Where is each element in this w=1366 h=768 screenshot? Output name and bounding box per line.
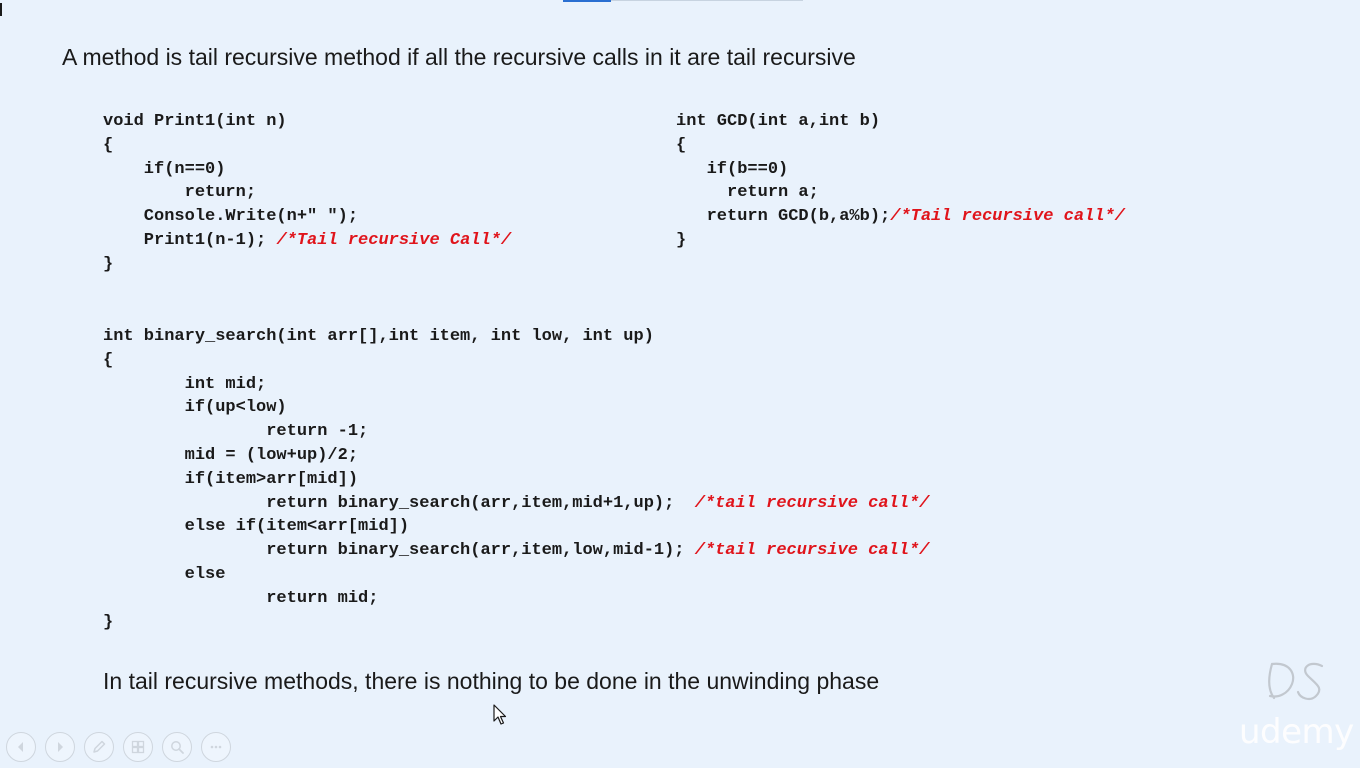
code-text: else bbox=[103, 564, 226, 584]
code-comment: /*Tail recursive call*/ bbox=[890, 207, 1125, 227]
code-line: return GCD(b,a%b);/*Tail recursive call*… bbox=[676, 205, 1125, 229]
text-caret bbox=[0, 3, 2, 16]
top-progress-tab bbox=[563, 0, 611, 2]
mouse-pointer-icon bbox=[493, 704, 507, 725]
pen-tool-button[interactable] bbox=[84, 732, 114, 762]
code-text: { bbox=[103, 135, 114, 155]
code-line: else bbox=[103, 563, 929, 587]
code-text: { bbox=[676, 135, 687, 155]
code-comment: /*Tail recursive Call*/ bbox=[276, 230, 512, 250]
code-block-print1: void Print1(int n) { if(n==0) return; Con… bbox=[103, 110, 511, 277]
code-text: } bbox=[676, 230, 687, 250]
zoom-button[interactable] bbox=[162, 732, 192, 762]
code-comment: /*tail recursive call*/ bbox=[694, 493, 930, 513]
code-text: return -1; bbox=[103, 422, 369, 442]
code-line: } bbox=[676, 229, 1125, 253]
code-text: } bbox=[103, 254, 114, 274]
code-line: } bbox=[103, 611, 929, 635]
code-line: Print1(n-1); /*Tail recursive Call*/ bbox=[103, 229, 511, 253]
previous-slide-button[interactable] bbox=[6, 732, 36, 762]
slides-overview-button[interactable] bbox=[123, 732, 153, 762]
slides-grid-icon bbox=[131, 740, 145, 754]
code-line: else if(item<arr[mid]) bbox=[103, 515, 929, 539]
slideshow-controls bbox=[6, 732, 231, 762]
code-text: { bbox=[103, 350, 114, 370]
code-line: { bbox=[103, 134, 511, 158]
code-line: Console.Write(n+" "); bbox=[103, 205, 511, 229]
code-text: int GCD(int a,int b) bbox=[676, 112, 881, 131]
code-line: return mid; bbox=[103, 587, 929, 611]
code-line: return -1; bbox=[103, 420, 929, 444]
chevron-left-icon bbox=[18, 742, 23, 752]
pen-icon bbox=[93, 740, 106, 753]
more-options-button[interactable] bbox=[201, 732, 231, 762]
code-text: return; bbox=[103, 183, 257, 203]
code-text: return GCD(b,a%b); bbox=[676, 207, 891, 227]
code-line: mid = (low+up)/2; bbox=[103, 444, 929, 468]
code-text: else if(item<arr[mid]) bbox=[103, 517, 410, 537]
code-text: int binary_search(int arr[],int item, in… bbox=[103, 327, 654, 346]
udemy-watermark: udemy bbox=[1239, 712, 1354, 752]
code-text: int mid; bbox=[103, 374, 267, 394]
code-line: { bbox=[676, 134, 1125, 158]
presentation-slide: A method is tail recursive method if all… bbox=[0, 0, 1360, 768]
code-line: if(b==0) bbox=[676, 158, 1125, 182]
code-text: mid = (low+up)/2; bbox=[103, 445, 359, 465]
code-line: } bbox=[103, 253, 511, 277]
code-text: if(b==0) bbox=[676, 159, 789, 179]
code-comment: /*tail recursive call*/ bbox=[694, 541, 930, 561]
window-edge bbox=[1360, 0, 1366, 768]
code-text: return a; bbox=[676, 183, 819, 203]
chevron-right-icon bbox=[58, 742, 63, 752]
code-line: int binary_search(int arr[],int item, in… bbox=[103, 325, 929, 349]
code-line: if(up<low) bbox=[103, 396, 929, 420]
code-line: if(n==0) bbox=[103, 158, 511, 182]
code-text: Console.Write(n+" "); bbox=[103, 207, 359, 227]
ds-logo-icon bbox=[1268, 662, 1324, 701]
code-line: if(item>arr[mid]) bbox=[103, 468, 929, 492]
code-line: return binary_search(arr,item,mid+1,up);… bbox=[103, 492, 929, 516]
code-block-gcd: int GCD(int a,int b) { if(b==0) return a;… bbox=[676, 110, 1125, 253]
code-text: if(n==0) bbox=[103, 159, 226, 179]
slide-heading: A method is tail recursive method if all… bbox=[62, 44, 856, 70]
code-text: } bbox=[103, 612, 114, 632]
code-line: int GCD(int a,int b) bbox=[676, 110, 1125, 134]
slide-footer-text: In tail recursive methods, there is noth… bbox=[103, 668, 880, 694]
code-line: return; bbox=[103, 181, 511, 205]
code-text: Print1(n-1); bbox=[103, 230, 277, 250]
code-line: void Print1(int n) bbox=[103, 110, 511, 134]
code-line: { bbox=[103, 349, 929, 373]
code-line: return binary_search(arr,item,low,mid-1)… bbox=[103, 539, 929, 563]
code-text: void Print1(int n) bbox=[103, 112, 287, 131]
code-text: if(up<low) bbox=[103, 398, 287, 418]
next-slide-button[interactable] bbox=[45, 732, 75, 762]
code-block-binary-search: int binary_search(int arr[],int item, in… bbox=[103, 325, 929, 634]
code-text: return mid; bbox=[103, 588, 379, 608]
magnifier-icon bbox=[171, 741, 184, 754]
code-line: return a; bbox=[676, 181, 1125, 205]
top-progress-track bbox=[611, 0, 803, 1]
more-icon bbox=[210, 745, 222, 749]
code-line: int mid; bbox=[103, 373, 929, 397]
code-text: return binary_search(arr,item,low,mid-1)… bbox=[103, 541, 695, 561]
code-text: return binary_search(arr,item,mid+1,up); bbox=[103, 493, 695, 513]
code-text: if(item>arr[mid]) bbox=[103, 469, 359, 489]
